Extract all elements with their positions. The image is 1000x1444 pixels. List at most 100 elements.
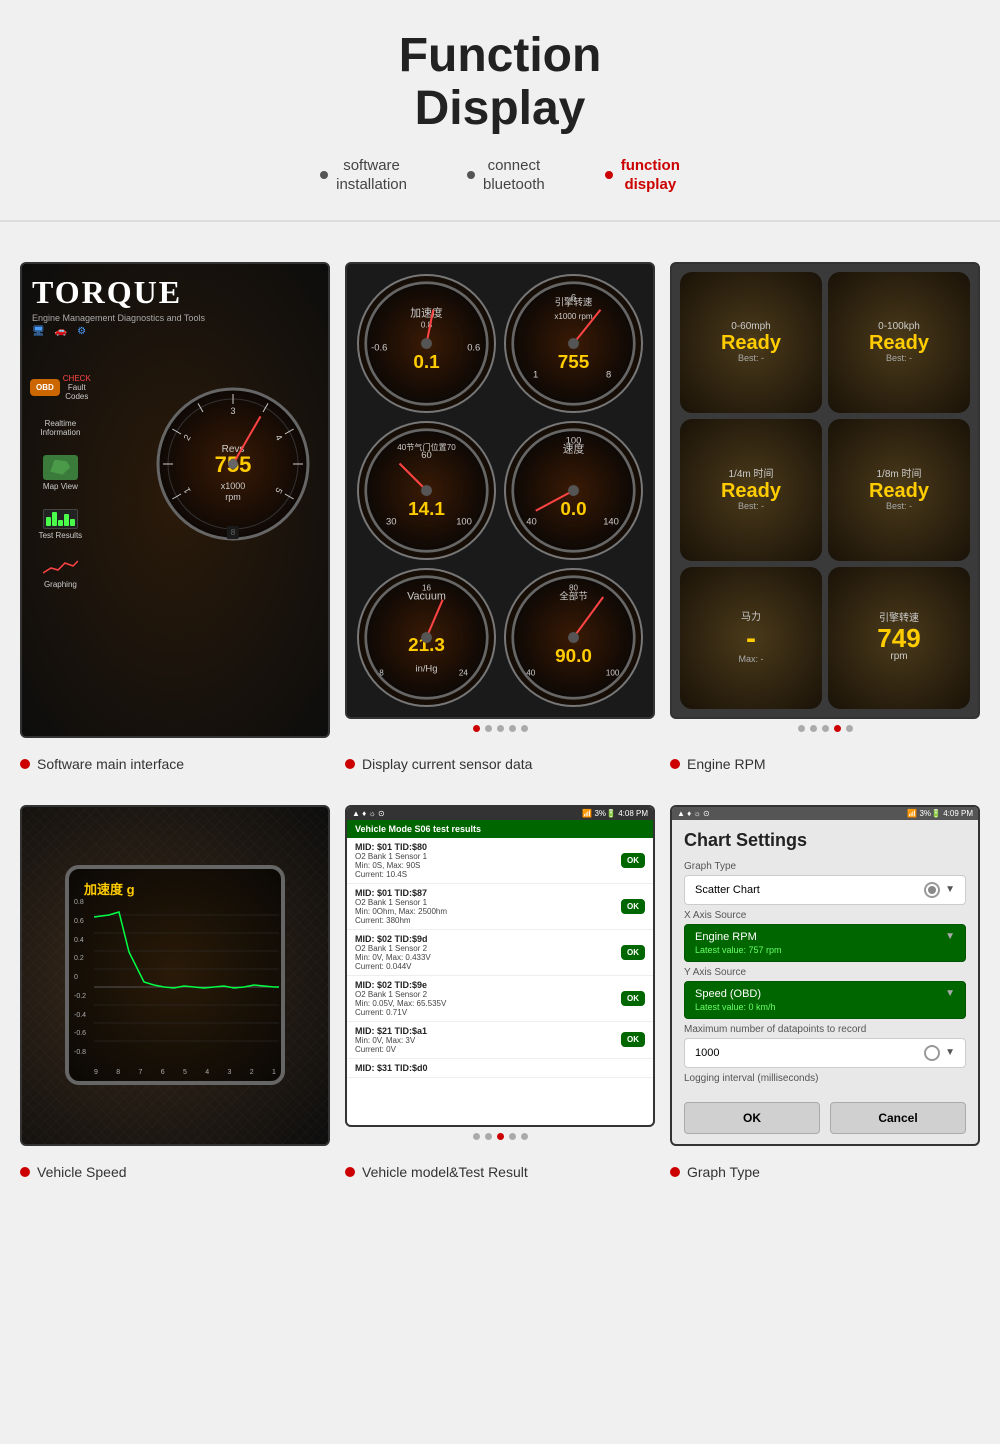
max-chevron: ▼ (945, 1047, 955, 1058)
test-item-4-sub3: Current: 0.71V (355, 1008, 446, 1017)
caption-text-3: Engine RPM (687, 756, 766, 772)
svg-text:24: 24 (459, 668, 469, 677)
ok-button[interactable]: OK (684, 1102, 820, 1134)
caption-3: Engine RPM (670, 748, 980, 780)
svg-text:全部节: 全部节 (559, 590, 587, 602)
test-status-right: 📶 3%🔋 4:08 PM (582, 809, 648, 818)
y-label-9: -0.8 (74, 1049, 86, 1056)
svg-text:6: 6 (571, 292, 576, 303)
x-axis-value: Engine RPM (695, 931, 757, 943)
test-item-3-sub2: Min: 0V, Max: 0.433V (355, 953, 431, 962)
test-item-5: MID: $21 TID:$a1 Min: 0V, Max: 3V Curren… (347, 1022, 653, 1059)
max-radio (924, 1045, 940, 1061)
dots-row-screen2 (345, 719, 655, 738)
caption-bullet-4 (20, 1167, 30, 1177)
x-label-4: 6 (161, 1069, 165, 1076)
radio-circle (924, 882, 940, 898)
test-item-4-row: MID: $02 TID:$9e O2 Bank 1 Sensor 2 Min:… (355, 980, 645, 1017)
test-item-4: MID: $02 TID:$9e O2 Bank 1 Sensor 2 Min:… (347, 976, 653, 1022)
caption-text-1: Software main interface (37, 756, 184, 772)
dot-2 (485, 725, 492, 732)
test-item-4-header: MID: $02 TID:$9e (355, 980, 446, 990)
rpm-screen: 0-60mph Ready Best: - 0-100kph Ready Bes… (670, 262, 980, 719)
check-badge-3: OK (621, 945, 645, 960)
obd-icon: OBD (30, 379, 60, 396)
check-badge-4: OK (621, 991, 645, 1006)
svg-text:755: 755 (558, 351, 590, 372)
graph-type-dropdown[interactable]: Scatter Chart ▼ (684, 875, 966, 905)
max-value: 1000 (695, 1047, 719, 1059)
svg-text:0.0: 0.0 (560, 498, 586, 519)
step-bullet-software (320, 171, 328, 179)
caption-row-1: Software main interface Display current … (20, 748, 980, 780)
max-dropdown[interactable]: 1000 ▼ (684, 1038, 966, 1068)
test-item-4-sub1: O2 Bank 1 Sensor 2 (355, 990, 446, 999)
rpm-widget-14m: 1/4m 时间 Ready Best: - (680, 419, 822, 561)
test-item-1-header: MID: $01 TID:$80 (355, 842, 427, 852)
caption-text-6: Graph Type (687, 1164, 760, 1180)
caption-text-2: Display current sensor data (362, 756, 532, 772)
caption-row-2: Vehicle Speed Vehicle model&Test Result … (20, 1156, 980, 1188)
map-icon (43, 455, 78, 480)
caption-4: Vehicle Speed (20, 1156, 330, 1188)
y-label-4: 0.2 (74, 955, 86, 962)
x-axis-dropdown[interactable]: Engine RPM ▼ Latest value: 757 rpm (684, 924, 966, 962)
x-label-5: 5 (183, 1069, 187, 1076)
dot-3 (497, 725, 504, 732)
graph-type-value: Scatter Chart (695, 884, 760, 896)
speed-label: 加速度 g (84, 879, 135, 898)
steps-row: software installation connect bluetooth … (20, 156, 980, 195)
caption-2: Display current sensor data (345, 748, 655, 780)
rpm-widget-18m: 1/8m 时间 Ready Best: - (828, 419, 970, 561)
chart-buttons: OK Cancel (672, 1092, 978, 1144)
dropdown-controls: ▼ (924, 882, 955, 898)
sidebar-graph: Graphing (30, 558, 91, 589)
dots-row-screen5 (345, 1127, 655, 1146)
test-item-5-left: MID: $21 TID:$a1 Min: 0V, Max: 3V Curren… (355, 1026, 427, 1054)
caption-6: Graph Type (670, 1156, 980, 1188)
screen4-cell: 加速度 g 0.8 0.6 0.4 0.2 0 -0.2 -0.4 -0.6 -… (20, 805, 330, 1146)
y-axis: 0.8 0.6 0.4 0.2 0 -0.2 -0.4 -0.6 -0.8 (74, 899, 86, 1056)
screenshot-row-2: 加速度 g 0.8 0.6 0.4 0.2 0 -0.2 -0.4 -0.6 -… (20, 805, 980, 1146)
cancel-button[interactable]: Cancel (830, 1102, 966, 1134)
rpm-widget-engine: 引擎转速 749 rpm (828, 567, 970, 709)
torque-header: TORQUE Engine Management Diagnostics and… (32, 274, 318, 337)
rpm-widget-best-14m: Best: - (738, 501, 764, 511)
caption-bullet-1 (20, 759, 30, 769)
y-axis-dropdown[interactable]: Speed (OBD) ▼ Latest value: 0 km/h (684, 981, 966, 1019)
test-item-3: MID: $02 TID:$9d O2 Bank 1 Sensor 2 Min:… (347, 930, 653, 976)
sidebar-obd: OBD CHECK FaultCodes (30, 374, 91, 401)
gauge-svg-1: 加速度 0.8 -0.6 0.6 0.1 (359, 276, 494, 411)
screen5-cell: ▲ ♦ ☼ ⊙ 📶 3%🔋 4:08 PM Vehicle Mode S06 t… (345, 805, 655, 1146)
svg-text:90.0: 90.0 (555, 645, 592, 666)
torque-logo: TORQUE (32, 274, 318, 311)
test-results-label: Test Results (39, 531, 83, 540)
rpm-widget-value-0100: Ready (869, 333, 929, 353)
graph-type-label: Graph Type (672, 856, 978, 875)
svg-text:100: 100 (566, 435, 582, 446)
dot-s3-4 (834, 725, 841, 732)
gauge-widget-2: 引擎转速 x1000 rpm 1 6 8 755 (504, 274, 643, 413)
bar2 (52, 512, 57, 526)
test-item-2: MID: $01 TID:$87 O2 Bank 1 Sensor 1 Min:… (347, 884, 653, 930)
x-label-2: 8 (116, 1069, 120, 1076)
torque-sidebar: OBD CHECK FaultCodes RealtimeInformation (30, 374, 91, 589)
graph-line-icon (43, 558, 78, 578)
test-item-5-sub3: Current: 0V (355, 1045, 427, 1054)
test-status-bar: ▲ ♦ ☼ ⊙ 📶 3%🔋 4:08 PM (347, 807, 653, 820)
svg-text:0.1: 0.1 (413, 351, 439, 372)
y-label-2: 0.6 (74, 918, 86, 925)
dot-1 (473, 725, 480, 732)
chart-status-left: ▲ ♦ ☼ ⊙ (677, 809, 710, 818)
sidebar-test: Test Results (30, 509, 91, 540)
torque-icon-3: ⚙ (77, 326, 86, 337)
dot-4 (509, 725, 516, 732)
step-connect: connect bluetooth (467, 156, 545, 195)
test-item-1-sub3: Current: 10.4S (355, 870, 427, 879)
svg-text:-0.6: -0.6 (371, 342, 387, 353)
x-label-6: 4 (205, 1069, 209, 1076)
dot-s3-1 (798, 725, 805, 732)
check-text: CHECK (63, 374, 91, 383)
step-bullet-connect (467, 171, 475, 179)
x-axis-chevron: ▼ (945, 931, 955, 942)
